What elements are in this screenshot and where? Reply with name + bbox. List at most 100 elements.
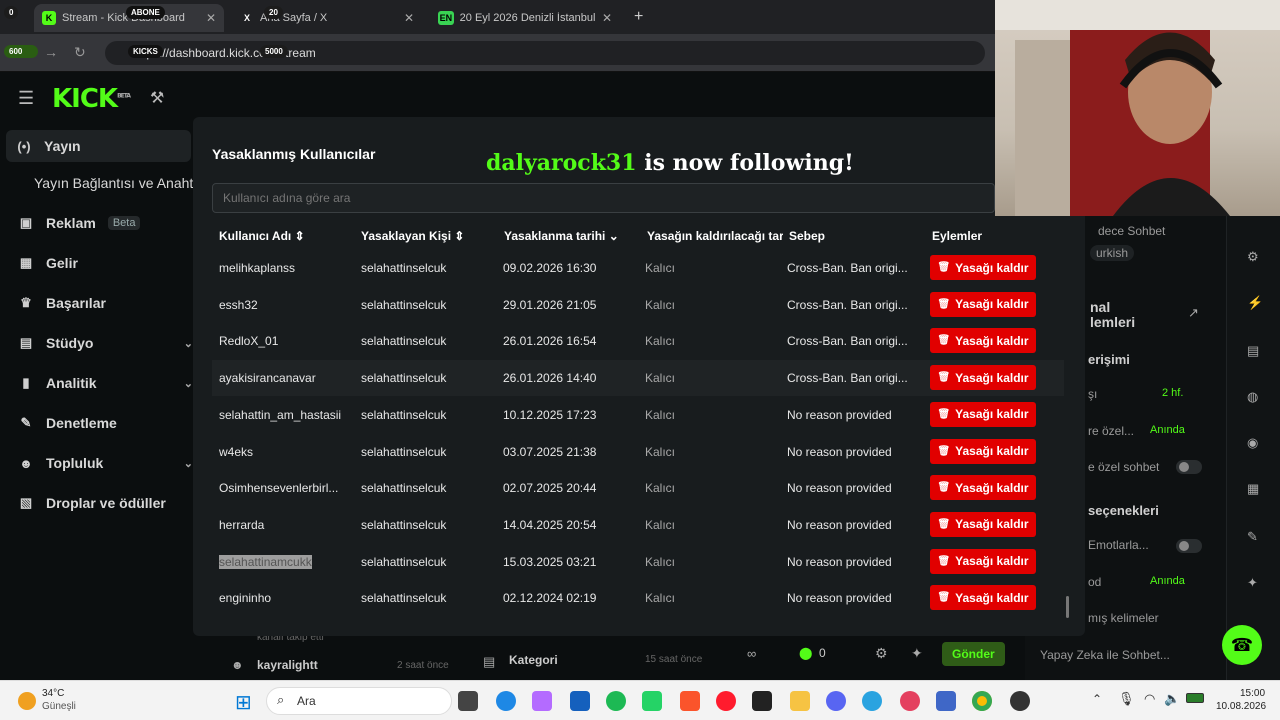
unban-button[interactable]: 🗑 Yasağı kaldır bbox=[930, 291, 1036, 317]
sidebar-item-topluluk[interactable]: ☻ Topluluk ⌄ bbox=[18, 455, 193, 471]
tab-denizli[interactable]: EN 20 Eyl 2026 Denizli İstanbul ucu ✕ bbox=[430, 4, 620, 32]
unban-button[interactable]: 🗑 Yasağı kaldır bbox=[930, 585, 1036, 611]
game-icon[interactable] bbox=[752, 691, 772, 711]
discord-icon[interactable] bbox=[826, 691, 846, 711]
kicks-goal-badge: 5000 bbox=[260, 45, 288, 58]
close-icon[interactable]: ✕ bbox=[602, 11, 612, 25]
folder-icon[interactable] bbox=[790, 691, 810, 711]
copilot-icon[interactable] bbox=[532, 691, 552, 711]
cell-date: 14.04.2025 20:54 bbox=[503, 517, 597, 532]
close-icon[interactable]: ✕ bbox=[404, 11, 414, 25]
overlay-count-right: 20 bbox=[264, 6, 283, 19]
external-link-icon[interactable]: ↗ bbox=[1188, 305, 1199, 321]
unban-button[interactable]: 🗑 Yasağı kaldır bbox=[930, 365, 1036, 391]
logo-text: KICK bbox=[52, 84, 118, 114]
whatsapp-icon[interactable] bbox=[642, 691, 662, 711]
sidebar-item-stream-key[interactable]: Yayın Bağlantısı ve Anahtarı bbox=[34, 175, 194, 191]
document-icon[interactable]: ▤ bbox=[1247, 343, 1259, 359]
unban-button[interactable]: 🗑 Yasağı kaldır bbox=[930, 438, 1036, 464]
weather-desc[interactable]: Güneşli bbox=[42, 701, 76, 712]
opera-icon[interactable] bbox=[716, 691, 736, 711]
opera-gx-icon[interactable] bbox=[900, 691, 920, 711]
unban-button[interactable]: 🗑 Yasağı kaldır bbox=[930, 475, 1036, 501]
forward-icon[interactable]: → bbox=[44, 44, 58, 60]
sidebar-item-analitik[interactable]: ▮ Analitik ⌄ bbox=[18, 375, 193, 391]
setting-value[interactable]: Anında bbox=[1150, 424, 1185, 436]
apps-icon[interactable]: ✦ bbox=[1247, 575, 1258, 591]
private-chat-toggle[interactable] bbox=[1176, 460, 1202, 474]
send-button[interactable]: Gönder bbox=[942, 642, 1005, 666]
clock-time[interactable]: 15:00 bbox=[1240, 688, 1265, 699]
telegram-icon[interactable] bbox=[862, 691, 882, 711]
hammer-icon[interactable]: ⚒ bbox=[150, 88, 164, 108]
sidebar-item-reklam[interactable]: ▣ Reklam Beta bbox=[18, 215, 193, 231]
unban-label: Yasağı kaldır bbox=[955, 370, 1029, 385]
unban-label: Yasağı kaldır bbox=[955, 407, 1029, 422]
column-username[interactable]: Kullanıcı Adı ⇕ bbox=[219, 229, 305, 243]
setting-label: mış kelimeler bbox=[1088, 611, 1159, 625]
column-ban-date[interactable]: Yasaklanma tarihi ⌄ bbox=[504, 229, 619, 243]
chrome-icon[interactable] bbox=[972, 691, 992, 711]
search-input[interactable] bbox=[212, 183, 995, 213]
broadcast-icon[interactable]: ◉ bbox=[1247, 435, 1258, 451]
column-banned-by[interactable]: Yasaklayan Kişi ⇕ bbox=[361, 229, 464, 243]
section-title: seçenekleri bbox=[1088, 503, 1159, 518]
url-field[interactable]: https://dashboard.kick.com/stream bbox=[105, 41, 985, 65]
setting-value[interactable]: 2 hf. bbox=[1162, 387, 1183, 399]
kick-logo[interactable]: KICKBETA bbox=[52, 84, 131, 114]
sidebar-item-yayin[interactable]: (•) Yayın bbox=[6, 130, 191, 162]
menu-icon[interactable]: ☰ bbox=[18, 88, 34, 109]
settings-icon[interactable]: ⚙ bbox=[875, 645, 888, 662]
volume-icon[interactable]: 🔈 bbox=[1164, 691, 1180, 707]
sidebar-item-studyo[interactable]: ▤ Stüdyo ⌄ bbox=[18, 335, 193, 351]
wifi-icon[interactable]: ◠ bbox=[1144, 691, 1155, 707]
weather-temp[interactable]: 34°C bbox=[42, 688, 64, 699]
sidebar-item-droplar[interactable]: ▧ Droplar ve ödüller bbox=[18, 495, 193, 511]
scrollbar[interactable] bbox=[1066, 596, 1069, 618]
column-unban-date[interactable]: Yasağın kaldırılacağı tar bbox=[647, 229, 783, 243]
layout-icon[interactable]: ▦ bbox=[1247, 481, 1259, 497]
category-label[interactable]: Kategori bbox=[509, 653, 558, 667]
emote-toggle[interactable] bbox=[1176, 539, 1202, 553]
table-row: essh32 selahattinselcuk 29.01.2026 21:05 Ka… bbox=[212, 287, 1064, 323]
unban-button[interactable]: 🗑 Yasağı kaldır bbox=[930, 511, 1036, 537]
lightning-icon[interactable]: ⚡ bbox=[1247, 295, 1263, 311]
outlook-icon[interactable] bbox=[936, 691, 956, 711]
taskbar-search[interactable]: ⌕ Ara bbox=[266, 687, 452, 715]
cell-reason: No reason provided bbox=[787, 407, 892, 422]
brave-icon[interactable] bbox=[680, 691, 700, 711]
support-chat-icon[interactable]: ☎ bbox=[1222, 625, 1262, 665]
task-view-icon[interactable] bbox=[458, 691, 478, 711]
app-icon[interactable] bbox=[570, 691, 590, 711]
ai-chat-link[interactable]: Yapay Zeka ile Sohbet... bbox=[1040, 648, 1170, 662]
close-icon[interactable]: ✕ bbox=[206, 11, 216, 25]
setting-value[interactable]: Anında bbox=[1150, 575, 1185, 587]
unban-label: Yasağı kaldır bbox=[955, 590, 1029, 605]
unban-button[interactable]: 🗑 Yasağı kaldır bbox=[930, 328, 1036, 354]
chevron-up-icon[interactable]: ⌃ bbox=[1092, 692, 1102, 706]
spotify-icon[interactable] bbox=[606, 691, 626, 711]
chat-icon[interactable]: ◍ bbox=[1247, 389, 1258, 405]
reload-icon[interactable]: ↻ bbox=[74, 44, 86, 61]
edge-icon[interactable] bbox=[496, 691, 516, 711]
link-icon[interactable]: ∞ bbox=[747, 646, 756, 661]
microphone-icon[interactable]: 🎙 bbox=[1118, 691, 1135, 707]
settings-icon[interactable]: ⚙ bbox=[1247, 249, 1259, 265]
sidebar-item-gelir[interactable]: ▦ Gelir bbox=[18, 255, 193, 271]
sidebar-item-basarilar[interactable]: ♛ Başarılar bbox=[18, 295, 193, 311]
battery-icon[interactable] bbox=[1186, 693, 1204, 703]
unban-button[interactable]: 🗑 Yasağı kaldır bbox=[930, 401, 1036, 427]
chat-user[interactable]: kayralightt bbox=[257, 658, 318, 672]
unban-button[interactable]: 🗑 Yasağı kaldır bbox=[930, 548, 1036, 574]
wrench-icon[interactable]: ✎ bbox=[1247, 529, 1258, 545]
cell-reason: No reason provided bbox=[787, 554, 892, 569]
dollar-icon: ▦ bbox=[19, 255, 33, 270]
tab-x[interactable]: X Ana Sayfa / X ✕ bbox=[232, 4, 422, 32]
windows-start-icon[interactable]: ⊞ bbox=[235, 690, 252, 715]
new-tab-button[interactable]: + bbox=[634, 8, 643, 26]
clock-date[interactable]: 10.08.2026 bbox=[1216, 701, 1266, 712]
gear-icon[interactable]: ✦ bbox=[911, 645, 923, 662]
obs-icon[interactable] bbox=[1010, 691, 1030, 711]
sidebar-item-denetleme[interactable]: ✎ Denetleme bbox=[18, 415, 193, 431]
unban-button[interactable]: 🗑 Yasağı kaldır bbox=[930, 255, 1036, 280]
